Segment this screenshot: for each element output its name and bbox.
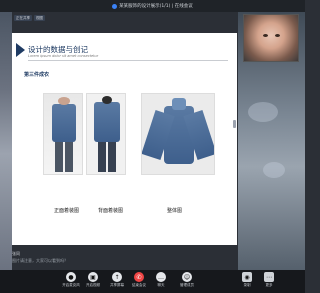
slide-subtitle: Lorem ipsum dolor sit amet consectetur bbox=[28, 54, 99, 58]
end-call-icon: ✆ bbox=[134, 272, 144, 282]
face-feature bbox=[275, 34, 280, 37]
shared-slide: 设计的数据与创记 Lorem ipsum dolor sit amet cons… bbox=[12, 33, 237, 245]
title-divider bbox=[28, 60, 228, 61]
record-icon: ◉ bbox=[242, 272, 252, 282]
record-label: 录制 bbox=[243, 283, 251, 287]
record-button[interactable]: ◉ 录制 bbox=[236, 272, 258, 288]
share-label: 共享屏幕 bbox=[110, 283, 124, 287]
share-button[interactable]: ↑ 共享屏幕 bbox=[106, 272, 128, 288]
webcam-video-tile[interactable] bbox=[243, 14, 299, 62]
back-photo bbox=[86, 93, 126, 175]
chat-preview[interactable]: 张同 图片请注意，大家可以看到吗？ bbox=[12, 249, 237, 269]
chip-sharing[interactable]: 正在共享 bbox=[14, 15, 32, 21]
meeting-toolbar: ● 开启麦克风 ▣ 开启视频 ↑ 共享屏幕 ✆ 结束会议 … 聊天 ☺ 管理成员… bbox=[0, 270, 305, 293]
caption-front: 正面着装图 bbox=[54, 208, 80, 214]
chat-icon: … bbox=[156, 272, 166, 282]
share-icon: ↑ bbox=[112, 272, 122, 282]
mic-label: 开启麦克风 bbox=[62, 283, 80, 287]
end-call-button[interactable]: ✆ 结束会议 bbox=[128, 272, 150, 288]
chat-sender: 张同 bbox=[12, 251, 20, 256]
more-label: 更多 bbox=[265, 283, 273, 287]
members-button[interactable]: ☺ 管理成员 bbox=[176, 272, 198, 288]
members-icon: ☺ bbox=[182, 272, 192, 282]
mic-icon: ● bbox=[66, 272, 76, 282]
slide-scroll-handle[interactable] bbox=[233, 120, 236, 128]
more-button[interactable]: ⋯ 更多 bbox=[258, 272, 280, 288]
camera-button[interactable]: ▣ 开启视频 bbox=[82, 272, 104, 288]
face-feature bbox=[263, 34, 268, 37]
caption-overall: 整体图 bbox=[167, 208, 183, 214]
members-label: 管理成员 bbox=[180, 283, 194, 287]
mic-button[interactable]: ● 开启麦克风 bbox=[60, 272, 82, 288]
front-photo bbox=[43, 93, 83, 175]
title-marker-icon bbox=[16, 43, 25, 57]
chat-label: 聊天 bbox=[157, 283, 165, 287]
window-title: 某某服饰的设计展示(1/1) | 在线会议 bbox=[119, 4, 193, 9]
chat-message: 图片请注意，大家可以看到吗？ bbox=[12, 258, 68, 263]
section-heading: 第三件成衣 bbox=[24, 72, 50, 78]
caption-back: 背面着装图 bbox=[98, 208, 124, 214]
overall-photo bbox=[141, 93, 215, 175]
chip-view[interactable]: 视图 bbox=[34, 15, 45, 21]
share-status-chips: 正在共享 视图 bbox=[14, 15, 45, 21]
more-icon: ⋯ bbox=[264, 272, 274, 282]
window-titlebar: 某某服饰的设计展示(1/1) | 在线会议 bbox=[0, 0, 305, 12]
camera-label: 开启视频 bbox=[86, 283, 100, 287]
background-desktop-left bbox=[0, 12, 12, 270]
app-logo-icon bbox=[112, 3, 118, 9]
end-call-label: 结束会议 bbox=[132, 283, 146, 287]
camera-icon: ▣ bbox=[88, 272, 98, 282]
chat-button[interactable]: … 聊天 bbox=[150, 272, 172, 288]
